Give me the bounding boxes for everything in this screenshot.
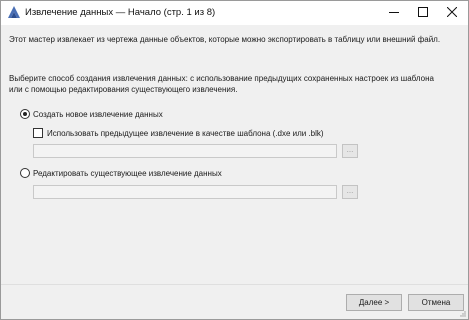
minimize-icon [389, 7, 399, 19]
cancel-button[interactable]: Отмена [408, 294, 464, 311]
maximize-icon [418, 7, 428, 19]
intro-text: Этот мастер извлекает из чертежа данные … [9, 35, 441, 44]
template-path-input[interactable] [33, 144, 337, 158]
use-template-option[interactable]: Использовать предыдущее извлечение в кач… [33, 128, 324, 138]
window-title: Извлечение данных — Начало (стр. 1 из 8) [25, 7, 216, 18]
wizard-footer: Далее > Отмена [1, 284, 468, 319]
create-new-radio[interactable] [20, 109, 30, 119]
data-extraction-dialog: Извлечение данных — Начало (стр. 1 из 8)… [0, 0, 469, 320]
edit-existing-radio[interactable] [20, 168, 30, 178]
next-button[interactable]: Далее > [346, 294, 402, 311]
edit-existing-option[interactable]: Редактировать существующее извлечение да… [20, 168, 222, 178]
template-browse-button[interactable]: ... [342, 144, 358, 158]
existing-extraction-path-input[interactable] [33, 185, 337, 199]
instruction-text: Выберите способ создания извлечения данн… [9, 74, 434, 94]
close-button[interactable] [438, 1, 466, 25]
existing-extraction-browse-button[interactable]: ... [342, 185, 358, 199]
autocad-app-icon [8, 6, 20, 19]
title-bar[interactable]: Извлечение данных — Начало (стр. 1 из 8) [1, 1, 468, 25]
edit-existing-label: Редактировать существующее извлечение да… [33, 168, 222, 178]
create-new-option[interactable]: Создать новое извлечение данных [20, 109, 163, 119]
close-icon [446, 6, 458, 19]
use-template-label: Использовать предыдущее извлечение в кач… [47, 128, 324, 138]
create-new-label: Создать новое извлечение данных [33, 109, 163, 119]
wizard-content: Этот мастер извлекает из чертежа данные … [1, 25, 468, 284]
resize-grip-icon[interactable] [458, 309, 466, 317]
maximize-button[interactable] [409, 1, 437, 25]
use-template-checkbox[interactable] [33, 128, 43, 138]
minimize-button[interactable] [380, 1, 408, 25]
